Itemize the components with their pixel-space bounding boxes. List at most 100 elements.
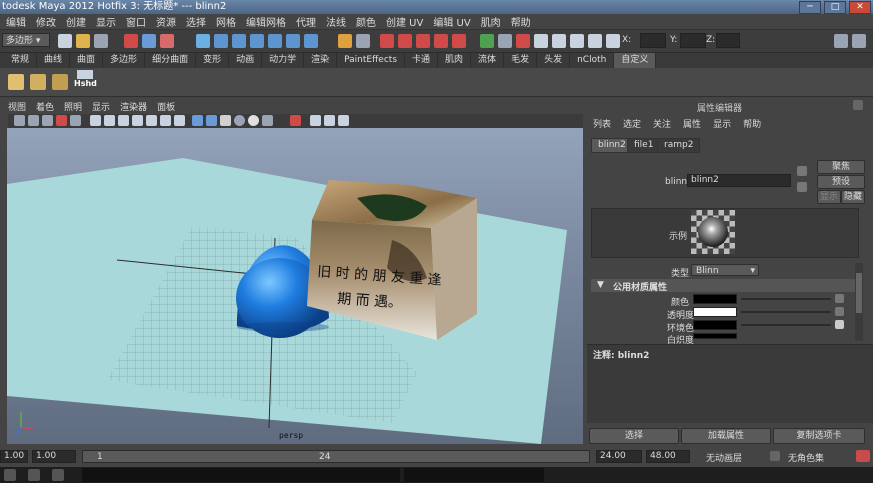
menu-edit[interactable]: 编辑 bbox=[6, 14, 26, 29]
menu-mesh[interactable]: 网格 bbox=[216, 14, 236, 29]
camera-select-icon[interactable] bbox=[14, 115, 25, 126]
load-attributes-button[interactable]: 加载属性 bbox=[681, 428, 771, 444]
vp-menu-view[interactable]: 视图 bbox=[8, 100, 26, 114]
shelf-tab-custom[interactable]: 自定义 bbox=[614, 53, 657, 68]
graph-icon[interactable] bbox=[570, 34, 584, 48]
sphere-light-icon[interactable] bbox=[234, 115, 245, 126]
bookmark-icon[interactable] bbox=[42, 115, 53, 126]
show-button[interactable]: 显示 bbox=[817, 190, 841, 204]
shelf-hypershade-button[interactable]: Hshd bbox=[74, 70, 97, 94]
history-icon[interactable] bbox=[304, 34, 318, 48]
smooth-shade-icon[interactable] bbox=[104, 115, 115, 126]
save-scene-icon[interactable] bbox=[94, 34, 108, 48]
ao-icon[interactable] bbox=[262, 115, 273, 126]
shelf-tab-fur[interactable]: 毛发 bbox=[504, 53, 538, 68]
vp-menu-lighting[interactable]: 照明 bbox=[64, 100, 82, 114]
material-swatch[interactable] bbox=[691, 210, 735, 254]
anim-start-field[interactable]: 1.00 bbox=[0, 450, 28, 463]
attr-transparency-slider[interactable] bbox=[741, 311, 831, 313]
shelf-tab-painteffects[interactable]: PaintEffects bbox=[337, 53, 406, 68]
attr-incandescence-swatch[interactable] bbox=[693, 333, 737, 339]
attr-menu-attributes[interactable]: 属性 bbox=[683, 117, 701, 130]
snap-curve-icon[interactable] bbox=[214, 34, 228, 48]
maximize-button[interactable]: □ bbox=[824, 1, 846, 14]
taskbar-window-2[interactable] bbox=[404, 468, 544, 482]
resolution-gate-icon[interactable] bbox=[338, 115, 349, 126]
menu-window[interactable]: 窗口 bbox=[126, 14, 146, 29]
toggle-panel-icon[interactable] bbox=[834, 34, 848, 48]
shelf-tab-polygons[interactable]: 多边形 bbox=[103, 53, 146, 68]
vp-menu-shading[interactable]: 着色 bbox=[36, 100, 54, 114]
xray-icon[interactable] bbox=[174, 115, 185, 126]
hide-button[interactable]: 隐藏 bbox=[841, 190, 865, 204]
tab-file1[interactable]: file1 bbox=[627, 138, 661, 153]
select-button[interactable]: 选择 bbox=[589, 428, 679, 444]
default-light-icon[interactable] bbox=[248, 115, 259, 126]
shelf-tab-subdivs[interactable]: 细分曲面 bbox=[145, 53, 197, 68]
attr-menu-help[interactable]: 帮助 bbox=[743, 117, 761, 130]
menu-edit-uv[interactable]: 编辑 UV bbox=[433, 14, 470, 29]
attr-color-slider[interactable] bbox=[741, 298, 831, 300]
snap-grid-icon[interactable] bbox=[196, 34, 210, 48]
type-dropdown[interactable]: Blinn ▾ bbox=[691, 264, 759, 276]
menu-help[interactable]: 帮助 bbox=[511, 14, 531, 29]
shelf-tab-ncloth[interactable]: nCloth bbox=[570, 53, 615, 68]
snap-view-icon[interactable] bbox=[286, 34, 300, 48]
render-settings-icon[interactable] bbox=[434, 34, 448, 48]
shelf-tab-animation[interactable]: 动画 bbox=[229, 53, 263, 68]
outliner-icon[interactable] bbox=[552, 34, 566, 48]
shelf-tab-deformation[interactable]: 变形 bbox=[196, 53, 230, 68]
shelf-tab-fluids[interactable]: 流体 bbox=[471, 53, 505, 68]
new-scene-icon[interactable] bbox=[58, 34, 72, 48]
anim-layer-dropdown-icon[interactable] bbox=[770, 451, 780, 461]
shelf-tool-1-icon[interactable] bbox=[8, 74, 24, 90]
shelf-tab-rendering[interactable]: 渲染 bbox=[304, 53, 338, 68]
vp-menu-show[interactable]: 显示 bbox=[92, 100, 110, 114]
cube-wire-icon[interactable] bbox=[192, 115, 203, 126]
checker-icon[interactable] bbox=[220, 115, 231, 126]
task-restore-icon[interactable] bbox=[28, 469, 40, 481]
shelf-tab-surfaces[interactable]: 曲面 bbox=[70, 53, 104, 68]
shelf-tab-curves[interactable]: 曲线 bbox=[37, 53, 71, 68]
tool-settings-icon[interactable] bbox=[480, 34, 494, 48]
select-object-icon[interactable] bbox=[142, 34, 156, 48]
go-input-icon[interactable] bbox=[797, 166, 807, 176]
attr-menu-list[interactable]: 列表 bbox=[593, 117, 611, 130]
vp-menu-renderer[interactable]: 渲染器 bbox=[120, 100, 147, 114]
mode-select[interactable]: 多边形 ▾ bbox=[2, 33, 50, 47]
node-name-field[interactable]: blinn2 bbox=[687, 174, 791, 187]
attr-ambient-slider[interactable] bbox=[741, 324, 831, 326]
shelf-tab-hair[interactable]: 头发 bbox=[537, 53, 571, 68]
z-field[interactable] bbox=[716, 33, 740, 48]
menu-normals[interactable]: 法线 bbox=[326, 14, 346, 29]
snap-surface-icon[interactable] bbox=[268, 34, 282, 48]
x-field[interactable] bbox=[640, 33, 666, 48]
range-bar[interactable]: 1 24 bbox=[82, 450, 590, 463]
playback-end-field[interactable]: 24.00 bbox=[596, 450, 642, 463]
taskbar-window[interactable] bbox=[82, 468, 400, 482]
presets-button[interactable]: 预设 bbox=[817, 175, 865, 189]
attr-menu-show[interactable]: 显示 bbox=[713, 117, 731, 130]
menu-select[interactable]: 选择 bbox=[186, 14, 206, 29]
wireframe-icon[interactable] bbox=[90, 115, 101, 126]
go-output-icon[interactable] bbox=[797, 182, 807, 192]
attr-transparency-swatch[interactable] bbox=[693, 307, 737, 317]
focus-button[interactable]: 聚焦 bbox=[817, 160, 865, 174]
camera-attr-icon[interactable] bbox=[28, 115, 39, 126]
menu-display[interactable]: 显示 bbox=[96, 14, 116, 29]
layers-icon[interactable] bbox=[534, 34, 548, 48]
panel-close-icon[interactable] bbox=[853, 100, 863, 110]
film-gate-icon[interactable] bbox=[324, 115, 335, 126]
y-field[interactable] bbox=[680, 33, 706, 48]
vp-menu-panels[interactable]: 面板 bbox=[157, 100, 175, 114]
render-frame-icon[interactable] bbox=[398, 34, 412, 48]
ipr-render-icon[interactable] bbox=[416, 34, 430, 48]
prefs-icon[interactable] bbox=[856, 450, 870, 462]
anim-end-field[interactable]: 48.00 bbox=[646, 450, 690, 463]
section-header[interactable]: ▼ 公用材质属性 bbox=[591, 279, 855, 293]
shadows-icon[interactable] bbox=[146, 115, 157, 126]
attr-scrollbar[interactable] bbox=[855, 263, 863, 341]
menu-proxy[interactable]: 代理 bbox=[296, 14, 316, 29]
attr-color-map-icon[interactable] bbox=[835, 294, 844, 303]
isolate-icon[interactable] bbox=[160, 115, 171, 126]
